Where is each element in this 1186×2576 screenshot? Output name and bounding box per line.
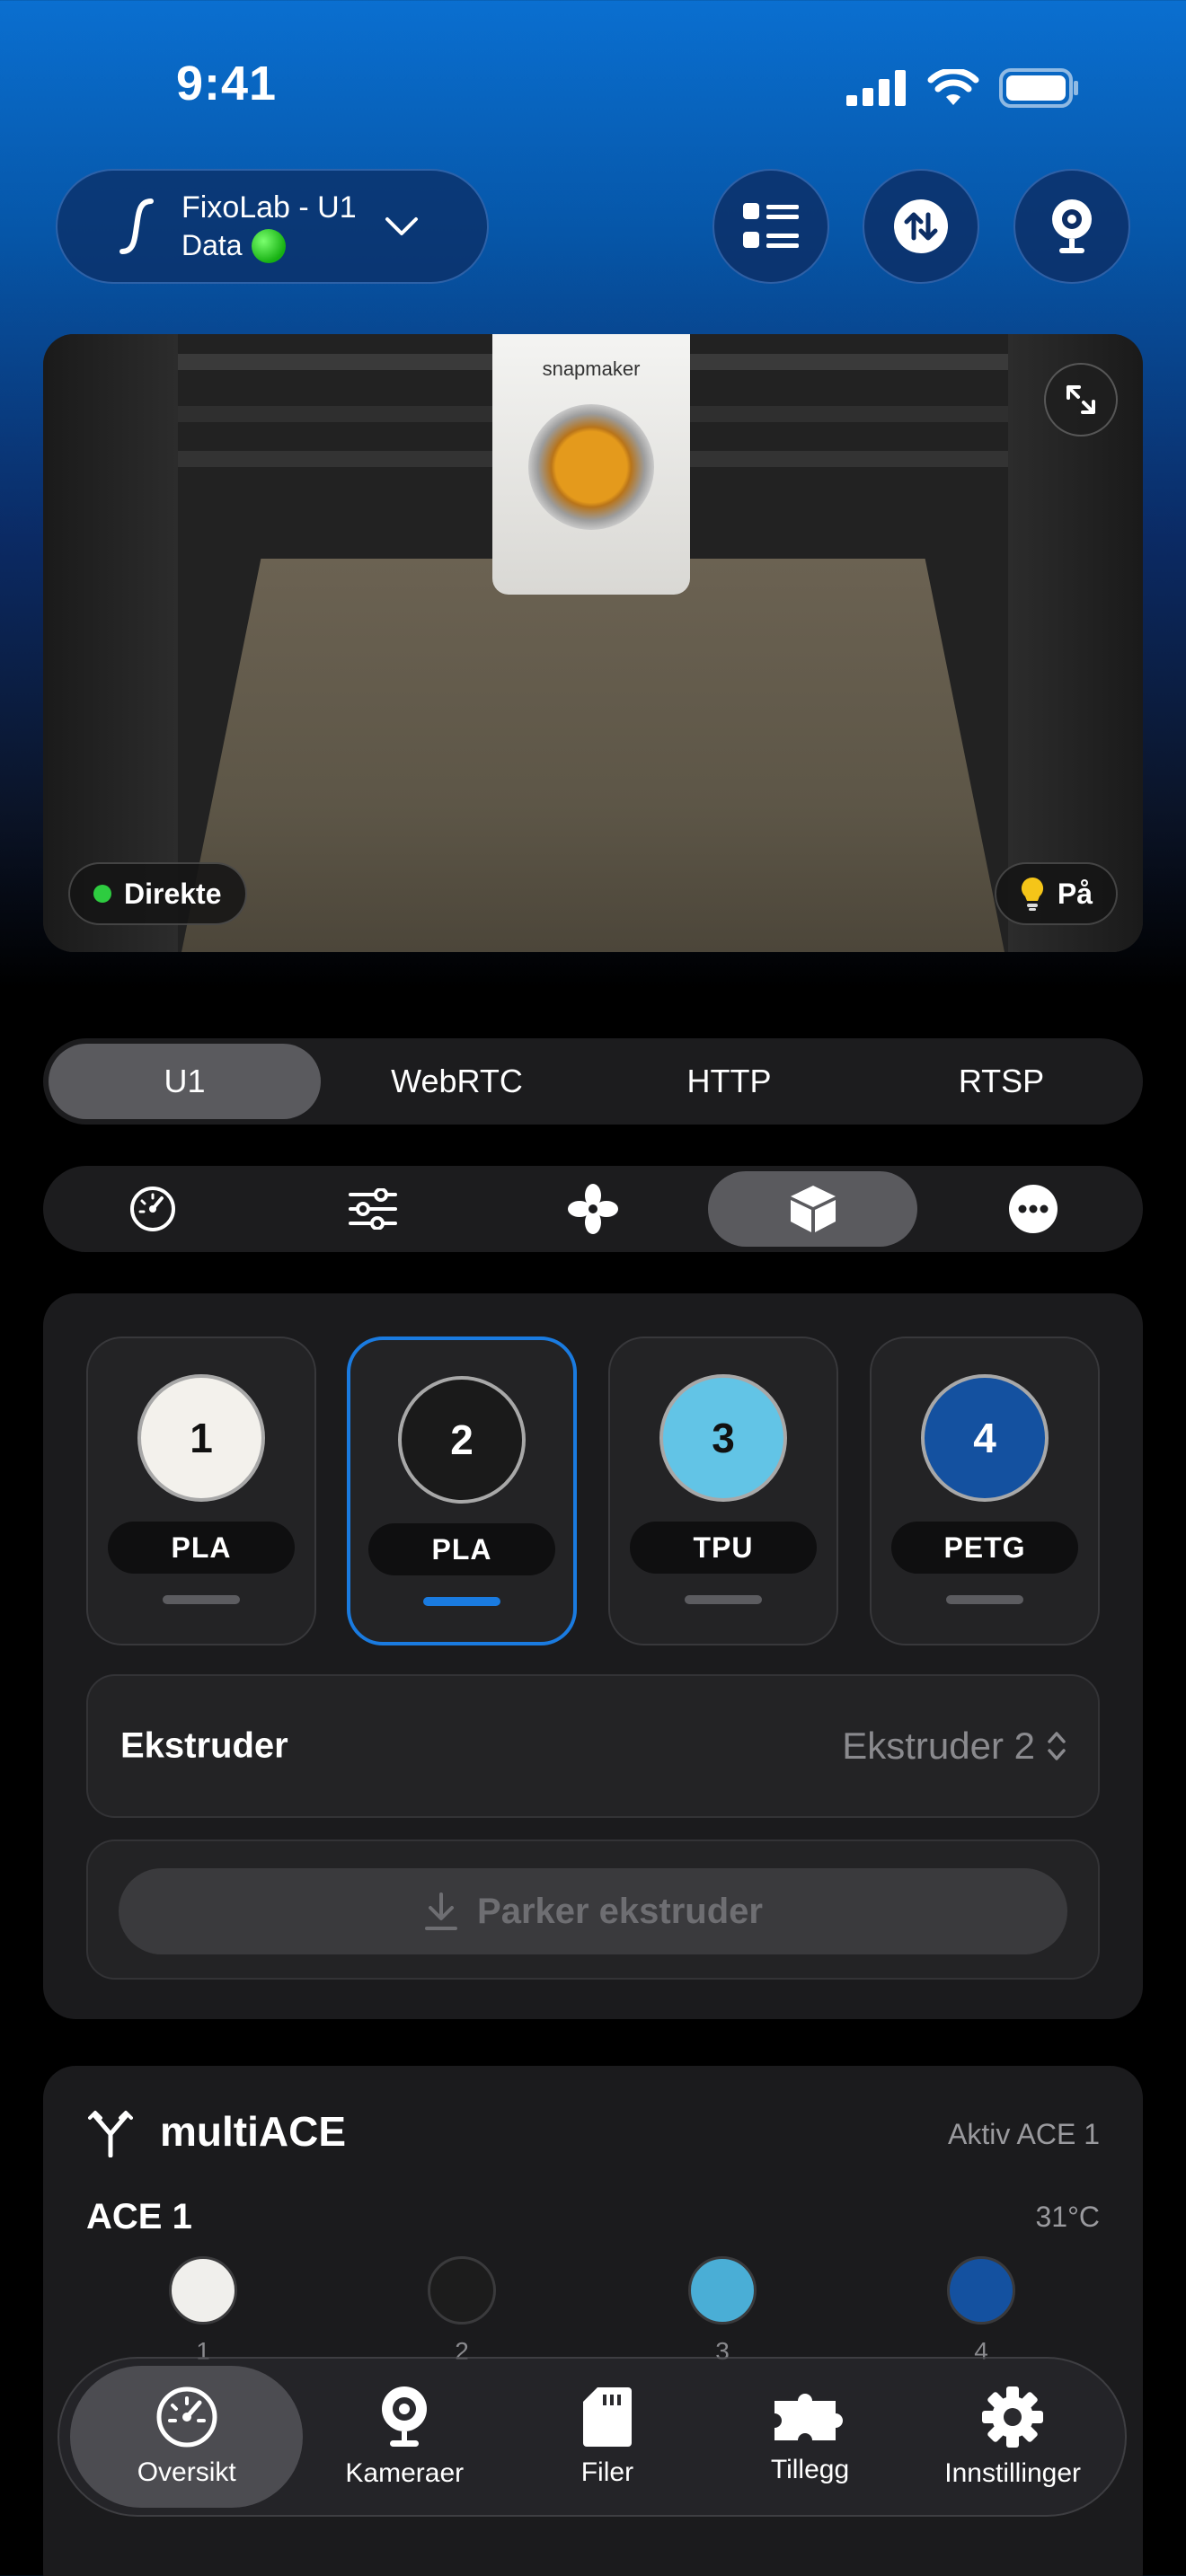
filament-slot-1[interactable]: 1 PLA [86, 1337, 316, 1645]
printer-logo-icon [119, 198, 154, 254]
ace-slot-4[interactable] [947, 2256, 1015, 2325]
status-time: 9:41 [176, 57, 278, 110]
nav-label: Tillegg [770, 2455, 850, 2484]
live-label: Direkte [124, 877, 222, 910]
lightbulb-icon [1021, 877, 1043, 911]
slot-indicator [946, 1595, 1023, 1604]
sdcard-icon [582, 2387, 632, 2447]
park-extruder-label: Parker ekstruder [477, 1891, 763, 1931]
slot-indicator [423, 1597, 500, 1606]
gauge-icon [130, 1187, 176, 1231]
filament-slot-3[interactable]: 3 TPU [608, 1337, 838, 1645]
nav-label: Filer [580, 2457, 634, 2487]
extruder-value: Ekstruder 2 [842, 1725, 1035, 1767]
tab-adjustments[interactable] [269, 1171, 478, 1247]
download-icon [425, 1892, 458, 1930]
fan-icon [567, 1184, 618, 1234]
slot-material: PETG [891, 1522, 1078, 1574]
gauge-icon [156, 2386, 217, 2448]
light-label: På [1057, 877, 1093, 910]
ace-slot-2[interactable] [428, 2256, 496, 2325]
park-extruder-button[interactable]: Parker ekstruder [119, 1868, 1067, 1954]
slot-indicator [163, 1595, 240, 1604]
expand-button[interactable] [1044, 363, 1118, 437]
transfer-button[interactable] [863, 169, 979, 284]
slot-number: 4 [973, 1415, 996, 1461]
split-arrow-icon [88, 2111, 133, 2157]
chevron-updown-icon [1048, 1732, 1066, 1760]
puzzle-icon [774, 2394, 843, 2440]
printer-selector[interactable]: FixoLab - U1 Data [56, 169, 489, 284]
slot-color-swatch: 4 [921, 1374, 1049, 1502]
tab-dashboard[interactable] [49, 1171, 258, 1247]
bottom-nav: Oversikt Kameraer Filer Tillegg Innstill… [58, 2357, 1127, 2517]
nav-label: Kameraer [345, 2458, 465, 2488]
multiace-title: multiACE [160, 2108, 346, 2155]
box-icon [790, 1186, 836, 1232]
list-icon [743, 203, 799, 248]
webcam-icon [1052, 199, 1092, 253]
gear-icon [982, 2386, 1044, 2448]
connection-label: Data [181, 229, 243, 261]
slot-color-swatch: 3 [659, 1374, 787, 1502]
slot-number: 1 [190, 1415, 213, 1461]
webcam-icon [382, 2386, 428, 2447]
extruder-selector[interactable]: Ekstruder Ekstruder 2 [86, 1674, 1100, 1818]
slot-indicator [685, 1595, 762, 1604]
printer-toolhead: snapmaker [492, 334, 690, 595]
filament-slot-2[interactable]: 2 PLA [347, 1337, 577, 1645]
light-toggle[interactable]: På [994, 862, 1118, 925]
live-indicator-icon [93, 885, 111, 903]
nav-overview[interactable]: Oversikt [70, 2366, 304, 2508]
battery-icon [999, 68, 1078, 108]
tab-u1[interactable]: U1 [49, 1044, 321, 1119]
more-icon [1008, 1185, 1058, 1233]
nav-label: Oversikt [137, 2457, 236, 2487]
multiace-active-label: Aktiv ACE 1 [948, 2118, 1100, 2150]
nav-cameras[interactable]: Kameraer [303, 2366, 506, 2508]
ace-temperature: 31°C [1035, 2201, 1101, 2233]
cellular-signal-icon [846, 70, 906, 106]
tab-http[interactable]: HTTP [593, 1044, 865, 1119]
chevron-down-icon [385, 217, 418, 235]
live-badge: Direkte [68, 862, 247, 925]
camera-brand: snapmaker [542, 357, 641, 380]
transfer-icon [894, 199, 948, 253]
stream-tabs: U1 WebRTC HTTP RTSP [43, 1038, 1143, 1125]
park-extruder-row: Parker ekstruder [86, 1839, 1100, 1980]
tab-webrtc[interactable]: WebRTC [321, 1044, 593, 1119]
nav-label: Innstillinger [944, 2458, 1082, 2488]
ace-slot-1[interactable] [169, 2256, 237, 2325]
slot-number: 3 [712, 1415, 735, 1461]
list-button[interactable] [712, 169, 829, 284]
slot-color-swatch: 1 [137, 1374, 265, 1502]
wifi-icon [927, 69, 979, 105]
tab-rtsp[interactable]: RTSP [865, 1044, 1137, 1119]
tab-filament[interactable] [708, 1171, 918, 1247]
slot-number: 2 [450, 1416, 474, 1463]
expand-icon [1067, 385, 1095, 414]
filament-slot-4[interactable]: 4 PETG [870, 1337, 1100, 1645]
status-icons [846, 68, 1080, 108]
slot-color-swatch: 2 [398, 1376, 526, 1504]
control-tabs [43, 1166, 1143, 1252]
tab-fans[interactable] [489, 1171, 698, 1247]
slot-material: TPU [630, 1522, 817, 1574]
sliders-icon [349, 1188, 398, 1230]
slot-material: PLA [368, 1523, 555, 1575]
ace-slot-3[interactable] [688, 2256, 757, 2325]
connection-status-icon [251, 228, 286, 263]
extruder-label: Ekstruder [120, 1725, 288, 1766]
camera-view[interactable]: snapmaker Direkte På [43, 334, 1143, 952]
slot-material: PLA [108, 1522, 295, 1574]
printer-name: FixoLab - U1 [181, 190, 357, 225]
nav-files[interactable]: Filer [506, 2366, 709, 2508]
webcam-button[interactable] [1013, 169, 1130, 284]
tab-more[interactable] [928, 1171, 1137, 1247]
nav-settings[interactable]: Innstillinger [911, 2366, 1114, 2508]
nav-plugins[interactable]: Tillegg [709, 2366, 912, 2508]
ace-unit-name: ACE 1 [86, 2197, 192, 2236]
